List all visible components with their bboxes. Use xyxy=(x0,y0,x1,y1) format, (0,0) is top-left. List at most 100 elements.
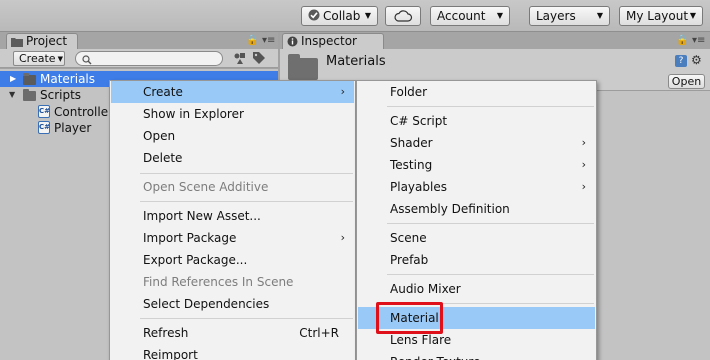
project-tab-label: Project xyxy=(26,34,68,48)
menu-separator xyxy=(140,173,353,174)
dropdown-arrow-icon: ▼ xyxy=(596,11,603,20)
submenu-item-folder[interactable]: Folder xyxy=(358,81,595,103)
menu-item-label: Delete xyxy=(143,151,183,165)
menu-item-label: Audio Mixer xyxy=(390,282,461,296)
menu-item-label: Open Scene Additive xyxy=(143,180,269,194)
tab-inspector[interactable]: Inspector xyxy=(282,33,384,50)
project-tab-bar: Project 🔒 ▾≡ xyxy=(0,32,278,50)
menu-item-import-package[interactable]: Import Package › xyxy=(111,227,354,249)
submenu-item-playables[interactable]: Playables › xyxy=(358,176,595,198)
menu-item-label: Render Texture xyxy=(390,351,480,360)
menu-item-delete[interactable]: Delete xyxy=(111,147,354,169)
search-icon xyxy=(82,54,92,68)
account-label: Account xyxy=(437,9,486,23)
submenu-arrow-icon: › xyxy=(581,158,586,171)
submenu-item-audio-mixer[interactable]: Audio Mixer xyxy=(358,278,595,300)
create-button[interactable]: Create ▼ xyxy=(13,51,65,66)
menu-item-open[interactable]: Open xyxy=(111,125,354,147)
menu-item-label: Folder xyxy=(390,85,428,99)
layout-label: My Layout xyxy=(626,9,689,23)
main-toolbar: Collab ▼ Account ▼ Layers ▼ My Layout ▼ xyxy=(0,0,710,32)
folder-icon xyxy=(23,89,36,101)
menu-item-label: Create xyxy=(143,85,183,99)
menu-item-label: Import Package xyxy=(143,231,237,245)
context-menu: Create › Show in Explorer Open Delete Op… xyxy=(109,80,356,360)
check-circle-icon xyxy=(308,8,320,26)
layers-label: Layers xyxy=(536,9,576,23)
dropdown-arrow-icon: ▼ xyxy=(689,11,696,20)
lock-icon[interactable]: 🔒 xyxy=(246,35,258,46)
menu-item-create[interactable]: Create › xyxy=(111,81,354,103)
submenu-item-testing[interactable]: Testing › xyxy=(358,154,595,176)
tree-item-label: Materials xyxy=(40,72,96,86)
submenu-item-shader[interactable]: Shader › xyxy=(358,132,595,154)
menu-item-label: Shader xyxy=(390,136,433,150)
submenu-item-prefab[interactable]: Prefab xyxy=(358,249,595,271)
menu-item-label: Show in Explorer xyxy=(143,107,244,121)
panel-menu-icon[interactable]: ▾≡ xyxy=(262,35,275,46)
menu-item-label: Select Dependencies xyxy=(143,297,270,311)
menu-item-find-references[interactable]: Find References In Scene xyxy=(111,271,354,293)
menu-item-label: Scene xyxy=(390,231,427,245)
folder-large-icon xyxy=(288,54,318,80)
cloud-button[interactable] xyxy=(385,6,421,26)
menu-item-label: Assembly Definition xyxy=(390,202,510,216)
menu-separator xyxy=(387,274,594,275)
submenu-item-scene[interactable]: Scene xyxy=(358,227,595,249)
layers-dropdown[interactable]: Layers ▼ xyxy=(529,6,610,26)
search-input[interactable] xyxy=(75,51,223,66)
collab-label: Collab xyxy=(323,9,361,23)
help-icon[interactable]: ? xyxy=(675,55,687,67)
lock-icon[interactable]: 🔒 xyxy=(676,35,688,46)
menu-item-label: Export Package... xyxy=(143,253,248,267)
menu-item-label: Open xyxy=(143,129,176,143)
tree-item-label: Scripts xyxy=(40,88,82,102)
account-button[interactable]: Account ▼ xyxy=(430,6,510,26)
menu-item-select-dependencies[interactable]: Select Dependencies xyxy=(111,293,354,315)
menu-item-label: Find References In Scene xyxy=(143,275,294,289)
tree-item-label: Controller xyxy=(54,105,114,119)
menu-separator xyxy=(387,223,594,224)
tree-item-label: Player xyxy=(54,121,92,135)
project-toolbar: Create ▼ xyxy=(0,49,278,68)
menu-item-import-new-asset[interactable]: Import New Asset... xyxy=(111,205,354,227)
menu-item-label: Refresh xyxy=(143,326,189,340)
collab-button[interactable]: Collab ▼ xyxy=(301,6,378,26)
inspector-tab-bar: Inspector 🔒 ▾≡ xyxy=(280,32,710,50)
filter-by-type-icon[interactable] xyxy=(233,51,247,68)
csharp-script-icon: C# xyxy=(38,105,50,118)
cloud-icon xyxy=(393,9,413,23)
menu-item-show-in-explorer[interactable]: Show in Explorer xyxy=(111,103,354,125)
submenu-item-assembly-definition[interactable]: Assembly Definition xyxy=(358,198,595,220)
menu-separator xyxy=(140,201,353,202)
tab-project[interactable]: Project xyxy=(6,33,78,50)
menu-separator xyxy=(387,106,594,107)
menu-item-open-scene-additive[interactable]: Open Scene Additive xyxy=(111,176,354,198)
gear-icon[interactable]: ⚙ xyxy=(691,53,702,67)
submenu-arrow-icon: › xyxy=(340,85,345,98)
dropdown-arrow-icon: ▼ xyxy=(364,11,371,20)
menu-item-refresh[interactable]: Refresh Ctrl+R xyxy=(111,322,354,344)
submenu-item-render-texture[interactable]: Render Texture xyxy=(358,351,595,360)
filter-by-label-icon[interactable] xyxy=(252,51,266,68)
submenu-arrow-icon: › xyxy=(340,231,345,244)
submenu-arrow-icon: › xyxy=(581,136,586,149)
menu-separator xyxy=(140,318,353,319)
open-button[interactable]: Open xyxy=(668,74,705,89)
dropdown-arrow-icon: ▼ xyxy=(496,11,503,20)
menu-item-label: Import New Asset... xyxy=(143,209,261,223)
csharp-script-icon: C# xyxy=(38,121,50,134)
inspector-tab-label: Inspector xyxy=(301,34,357,48)
expand-arrow-icon: ▶ xyxy=(10,74,17,83)
menu-item-reimport[interactable]: Reimport xyxy=(111,344,354,360)
menu-item-label: Reimport xyxy=(143,348,198,360)
menu-item-label: Testing xyxy=(390,158,433,172)
highlight-callout-box xyxy=(376,302,443,334)
layout-dropdown[interactable]: My Layout ▼ xyxy=(619,6,703,26)
submenu-item-csharp-script[interactable]: C# Script xyxy=(358,110,595,132)
panel-menu-icon[interactable]: ▾≡ xyxy=(692,35,705,46)
menu-item-export-package[interactable]: Export Package... xyxy=(111,249,354,271)
collapse-arrow-icon: ▼ xyxy=(9,90,16,99)
inspector-title: Materials xyxy=(326,54,386,69)
create-label: Create xyxy=(19,52,56,65)
